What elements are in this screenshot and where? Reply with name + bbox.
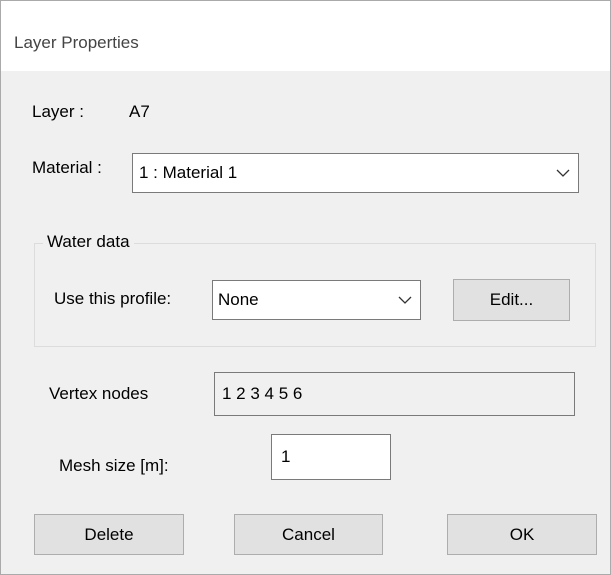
profile-label: Use this profile: xyxy=(54,289,172,308)
layer-properties-dialog: Layer Properties Layer : A7 Material : 1… xyxy=(0,0,611,575)
chevron-down-icon xyxy=(556,169,570,177)
title-bar[interactable]: Layer Properties xyxy=(1,1,610,71)
mesh-size-input[interactable]: 1 xyxy=(271,434,391,480)
mesh-size-label: Mesh size [m]: xyxy=(59,456,169,475)
delete-button-label: Delete xyxy=(84,524,134,544)
chevron-down-icon xyxy=(398,296,412,304)
mesh-size-value: 1 xyxy=(281,447,291,466)
layer-label: Layer : xyxy=(32,102,84,121)
vertex-nodes-label: Vertex nodes xyxy=(49,384,149,403)
ok-button[interactable]: OK xyxy=(447,514,597,555)
cancel-button-label: Cancel xyxy=(282,524,335,544)
ok-button-label: OK xyxy=(509,524,535,544)
material-dropdown[interactable]: 1 : Material 1 xyxy=(132,153,579,193)
edit-button-label: Edit... xyxy=(489,290,534,309)
cancel-button[interactable]: Cancel xyxy=(234,514,383,555)
water-data-group-label: Water data xyxy=(43,232,134,252)
delete-button[interactable]: Delete xyxy=(34,514,184,555)
profile-dropdown[interactable]: None xyxy=(212,280,421,320)
material-label: Material : xyxy=(32,158,102,177)
profile-selected-value: None xyxy=(218,290,259,309)
vertex-nodes-field: 1 2 3 4 5 6 xyxy=(214,372,575,416)
vertex-nodes-value: 1 2 3 4 5 6 xyxy=(222,384,303,403)
layer-value: A7 xyxy=(129,102,150,121)
edit-profile-button[interactable]: Edit... xyxy=(453,279,570,321)
material-selected-value: 1 : Material 1 xyxy=(139,163,238,182)
window-title: Layer Properties xyxy=(14,33,139,52)
